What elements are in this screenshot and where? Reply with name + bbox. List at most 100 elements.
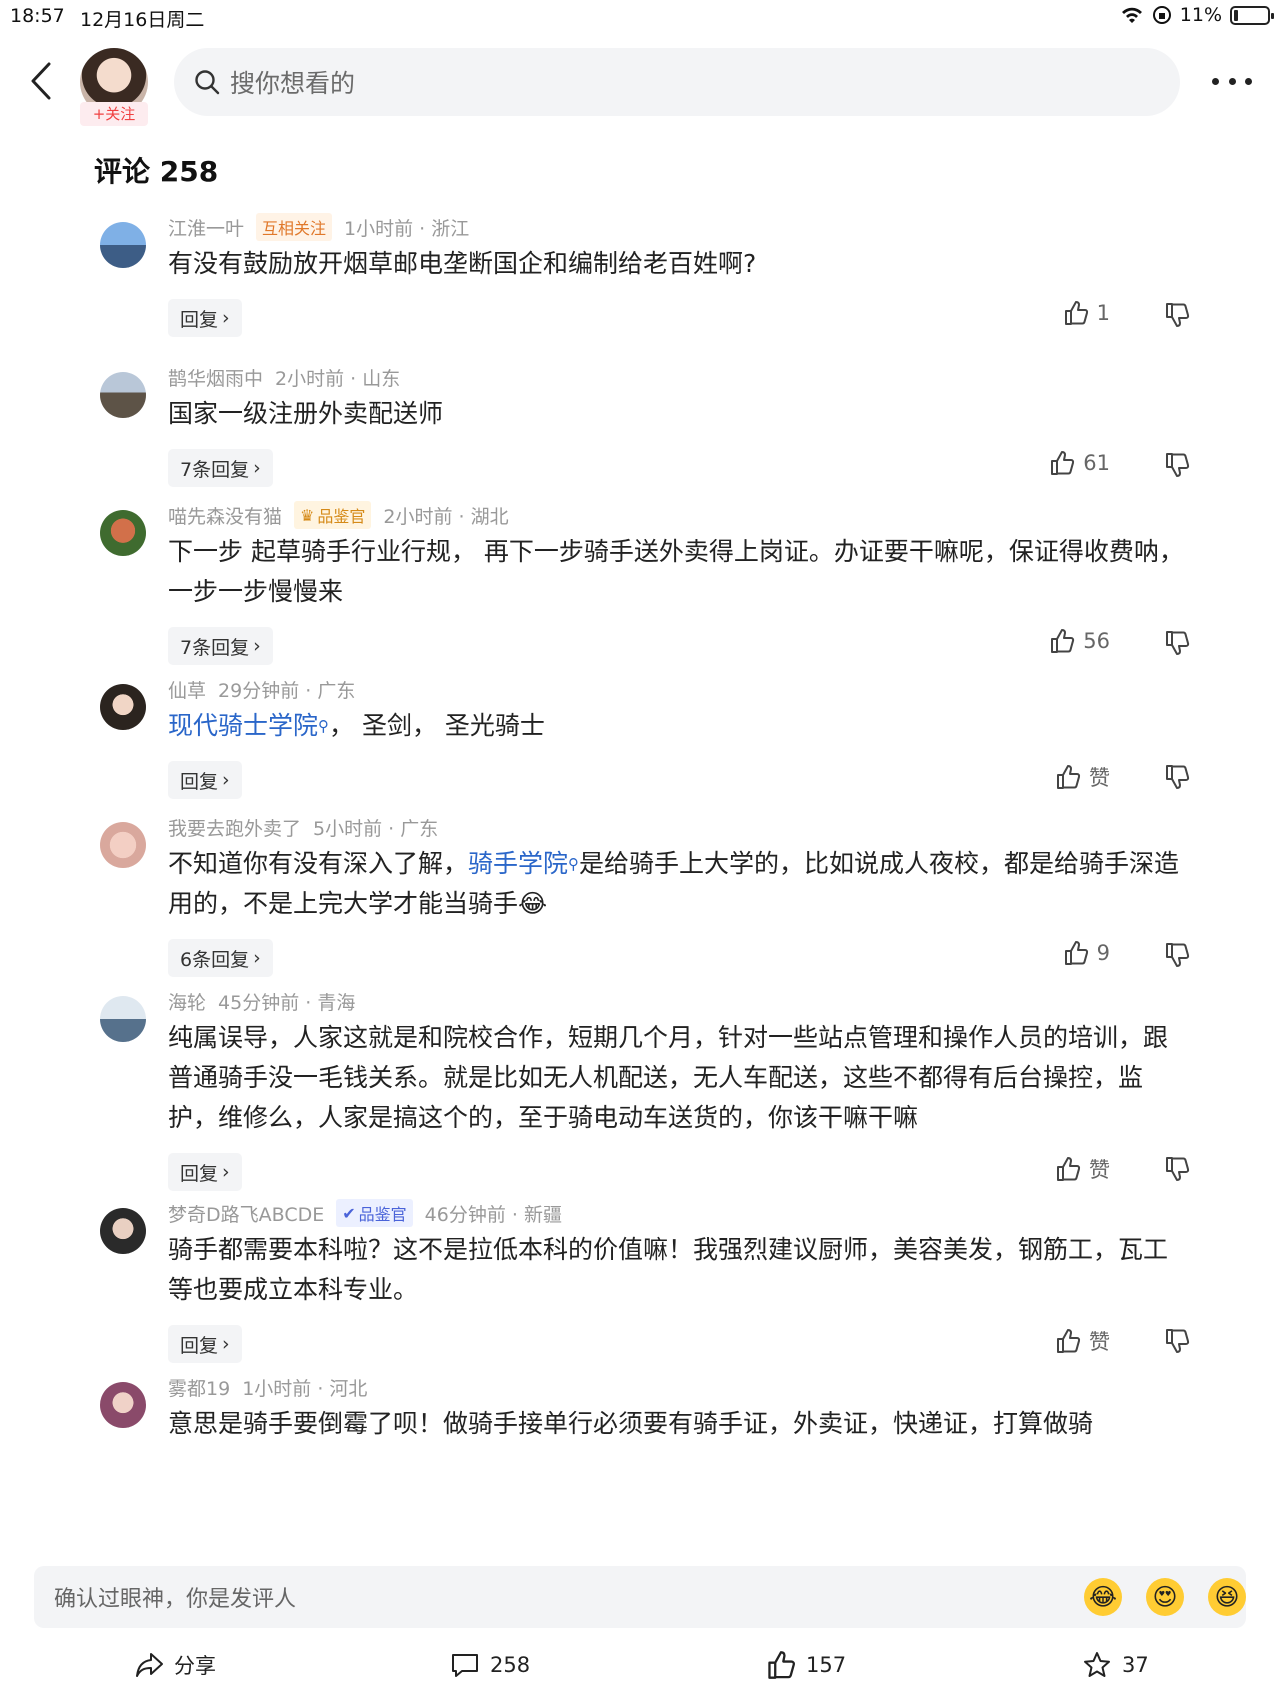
like-button[interactable]: 56	[1049, 628, 1110, 654]
battery-level	[1234, 9, 1238, 21]
like-button[interactable]: 61	[1049, 450, 1110, 476]
comment-time: 1小时前 · 河北	[242, 1377, 368, 1400]
emoji-grin-button[interactable]: 😆	[1208, 1578, 1246, 1616]
comment-item: 喵先森没有猫 ♛ 品鉴官 2小时前 · 湖北 下一步 起草骑手行业行规， 再下一步…	[0, 500, 1280, 674]
view-replies-button[interactable]: 6条回复 ›	[168, 939, 273, 977]
commenter-avatar[interactable]	[100, 684, 146, 730]
search-link[interactable]: 现代骑士学院	[168, 711, 318, 740]
orientation-lock-icon	[1152, 6, 1171, 24]
commenter-avatar[interactable]	[100, 372, 146, 418]
comment-text: 下一步 起草骑手行业行规， 再下一步骑手送外卖得上岗证。办证要干嘛呢，保证得收费…	[168, 537, 1184, 606]
comment-text: 骑手都需要本科啦？这不是拉低本科的价值嘛！我强烈建议厨师，美容美发，钢筋工，瓦工…	[168, 1235, 1169, 1304]
like-button[interactable]: 赞	[1055, 762, 1110, 792]
emoji-heart-eyes-button[interactable]: 😍	[1146, 1578, 1184, 1616]
comment-meta: 我要去跑外卖了 5小时前 · 广东	[168, 812, 1190, 842]
chevron-right-icon: ›	[253, 635, 261, 657]
dislike-button[interactable]	[1164, 764, 1190, 794]
comment-icon	[452, 1654, 478, 1677]
commenter-name[interactable]: 雾都19	[168, 1374, 230, 1401]
commenter-avatar[interactable]	[100, 1208, 146, 1254]
reply-button[interactable]: 回复 ›	[168, 1153, 242, 1191]
dislike-button[interactable]	[1164, 302, 1190, 332]
dislike-button[interactable]	[1164, 1328, 1190, 1358]
author-avatar[interactable]: +关注	[80, 48, 148, 126]
chevron-right-icon: ›	[222, 1333, 230, 1355]
commenter-name[interactable]: 海轮	[168, 988, 206, 1015]
status-bar: 18:57 12月16日周二 11%	[0, 0, 1280, 34]
comment-actions: 7条回复 › 56	[168, 620, 1190, 678]
dislike-button[interactable]	[1164, 1156, 1190, 1186]
comment-meta: 鹊华烟雨中 2小时前 · 山东	[168, 362, 1190, 392]
like-button[interactable]: 1	[1063, 300, 1110, 326]
like-button[interactable]: 9	[1063, 940, 1110, 966]
thumbs-down-icon	[1166, 453, 1190, 477]
commenter-name[interactable]: 梦奇D路飞ABCDE	[168, 1200, 324, 1227]
like-button[interactable]: 赞	[1055, 1326, 1110, 1356]
thumbs-up-icon	[1064, 941, 1088, 965]
share-label: 分享	[174, 1654, 216, 1678]
comment-time: 1小时前 · 浙江	[344, 217, 470, 240]
battery-icon	[1230, 5, 1274, 25]
commenter-avatar[interactable]	[100, 222, 146, 268]
search-placeholder: 搜你想看的	[230, 69, 356, 98]
commenter-name[interactable]: 仙草	[168, 676, 206, 703]
back-button[interactable]	[24, 58, 58, 104]
share-icon	[136, 1653, 163, 1677]
reply-button[interactable]: 回复 ›	[168, 761, 242, 799]
comment-item: 江淮一叶 互相关注 1小时前 · 浙江 有没有鼓励放开烟草邮电垄断国企和编制给老…	[0, 212, 1280, 362]
like-button[interactable]: 赞	[1055, 1154, 1110, 1184]
search-icon: ⚲	[568, 855, 580, 873]
battery-percent: 11%	[1179, 4, 1222, 26]
top-nav: +关注 搜你想看的	[0, 42, 1280, 126]
comment-meta: 梦奇D路飞ABCDE ✔ 品鉴官 46分钟前 · 新疆	[168, 1198, 1190, 1228]
like-count: 赞	[1089, 1330, 1110, 1354]
comment-input-placeholder: 确认过眼神，你是发评人	[54, 1587, 297, 1612]
view-replies-button[interactable]: 7条回复 ›	[168, 627, 273, 665]
commenter-name[interactable]: 江淮一叶	[168, 214, 244, 241]
like-count: 157	[806, 1653, 847, 1677]
status-time: 18:57	[10, 5, 65, 27]
commenter-avatar[interactable]	[100, 996, 146, 1042]
search-input[interactable]: 搜你想看的	[174, 48, 1180, 116]
follow-button[interactable]: +关注	[80, 102, 148, 126]
like-count: 赞	[1089, 766, 1110, 790]
comment-item: 鹊华烟雨中 2小时前 · 山东 国家一级注册外卖配送师 7条回复 › 61	[0, 362, 1280, 500]
thumbs-down-icon	[1166, 1329, 1190, 1353]
thumbs-up-icon	[1064, 301, 1088, 325]
dislike-button[interactable]	[1164, 630, 1190, 660]
dislike-button[interactable]	[1164, 452, 1190, 482]
comment-time: 45分钟前 · 青海	[218, 991, 356, 1014]
share-button[interactable]: 分享	[134, 1650, 216, 1680]
taster-badge: ✔ 品鉴官	[336, 1199, 413, 1227]
comment-item: 梦奇D路飞ABCDE ✔ 品鉴官 46分钟前 · 新疆 骑手都需要本科啦？这不是拉…	[0, 1198, 1280, 1372]
comment-input[interactable]: 确认过眼神，你是发评人 😂 😍 😆	[34, 1566, 1246, 1628]
like-count: 56	[1083, 629, 1110, 653]
more-options-button[interactable]	[1212, 66, 1252, 96]
commenter-avatar[interactable]	[100, 1382, 146, 1428]
favorite-button[interactable]: 37	[1082, 1650, 1149, 1680]
view-replies-button[interactable]: 7条回复 ›	[168, 449, 273, 487]
commenter-name[interactable]: 喵先森没有猫	[168, 502, 282, 529]
comment-time: 2小时前 · 山东	[275, 367, 401, 390]
thumbs-down-icon	[1166, 303, 1190, 327]
comment-text: 不知道你有没有深入了解，骑手学院⚲是给骑手上大学的，比如说成人夜校，都是给骑手深…	[168, 849, 1180, 918]
chevron-right-icon: ›	[222, 307, 230, 329]
like-count: 1	[1096, 301, 1110, 325]
commenter-name[interactable]: 鹊华烟雨中	[168, 364, 263, 391]
commenter-name[interactable]: 我要去跑外卖了	[168, 814, 301, 841]
comment-item: 海轮 45分钟前 · 青海 纯属误导，人家这就是和院校合作，短期几个月，针对一些…	[0, 986, 1280, 1198]
reply-button[interactable]: 回复 ›	[168, 1325, 242, 1363]
like-article-button[interactable]: 157	[766, 1650, 846, 1680]
comment-item: 仙草 29分钟前 · 广东 现代骑士学院⚲， 圣剑， 圣光骑士 回复 › 赞	[0, 674, 1280, 812]
commenter-avatar[interactable]	[100, 510, 146, 556]
thumbs-down-icon	[1166, 631, 1190, 655]
emoji-laugh-cry-button[interactable]: 😂	[1084, 1578, 1122, 1616]
comments-button[interactable]: 258	[450, 1650, 530, 1680]
status-right: 11%	[1120, 4, 1274, 26]
thumbs-up-icon	[1051, 629, 1075, 653]
search-link[interactable]: 骑手学院	[468, 849, 568, 878]
comment-time: 5小时前 · 广东	[313, 817, 439, 840]
commenter-avatar[interactable]	[100, 822, 146, 868]
reply-button[interactable]: 回复 ›	[168, 299, 242, 337]
dislike-button[interactable]	[1164, 942, 1190, 972]
